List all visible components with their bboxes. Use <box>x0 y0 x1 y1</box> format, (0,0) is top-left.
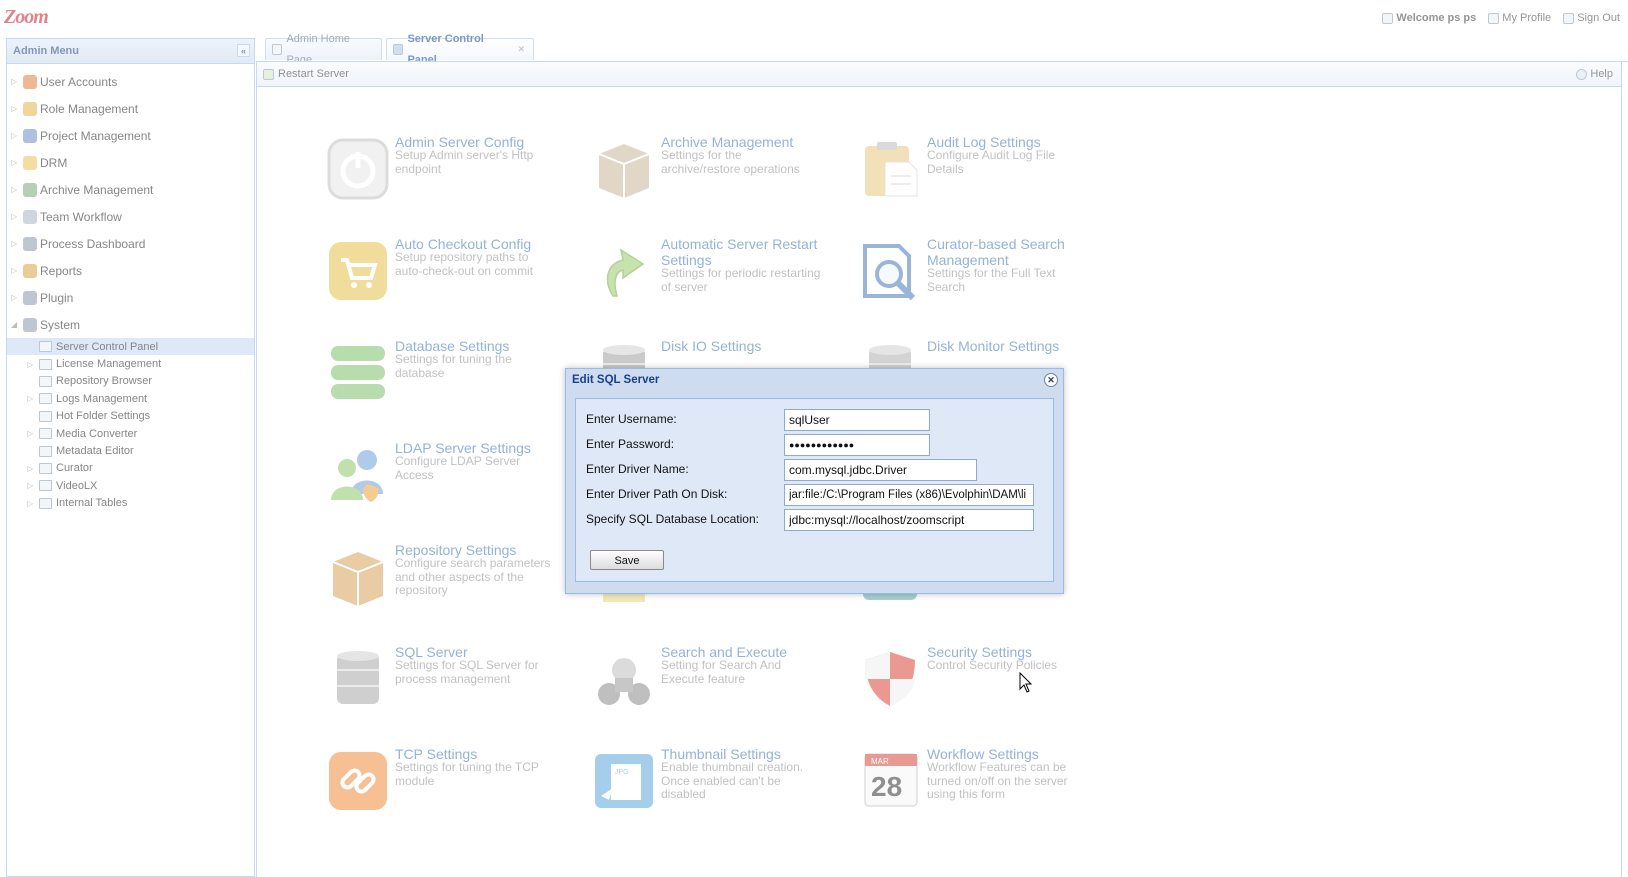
username-label: Enter Username: <box>586 412 677 426</box>
username-row: Enter Username: <box>586 409 1046 431</box>
close-icon[interactable]: ✕ <box>1044 373 1058 387</box>
driver-path-row: Enter Driver Path On Disk: <box>586 484 1046 506</box>
database-location-row: Specify SQL Database Location: <box>586 509 1046 531</box>
dialog-title-bar[interactable]: Edit SQL Server ✕ <box>566 369 1063 391</box>
driver-path-label: Enter Driver Path On Disk: <box>586 487 728 501</box>
driver-name-row: Enter Driver Name: <box>586 459 1046 481</box>
mouse-cursor-icon <box>1019 672 1033 693</box>
password-label: Enter Password: <box>586 437 675 451</box>
password-row: Enter Password: <box>586 434 1046 456</box>
save-button[interactable]: Save <box>590 550 664 570</box>
driver-name-label: Enter Driver Name: <box>586 462 689 476</box>
database-location-input[interactable] <box>784 509 1034 531</box>
password-input[interactable] <box>784 434 930 456</box>
edit-sql-server-dialog: Edit SQL Server ✕ Enter Username: Enter … <box>565 368 1064 594</box>
dialog-form: Enter Username: Enter Password: Enter Dr… <box>575 398 1054 582</box>
driver-path-input[interactable] <box>784 484 1034 506</box>
username-input[interactable] <box>784 409 930 431</box>
database-location-label: Specify SQL Database Location: <box>586 512 759 526</box>
driver-name-input[interactable] <box>784 459 977 481</box>
dialog-title: Edit SQL Server <box>572 374 660 386</box>
